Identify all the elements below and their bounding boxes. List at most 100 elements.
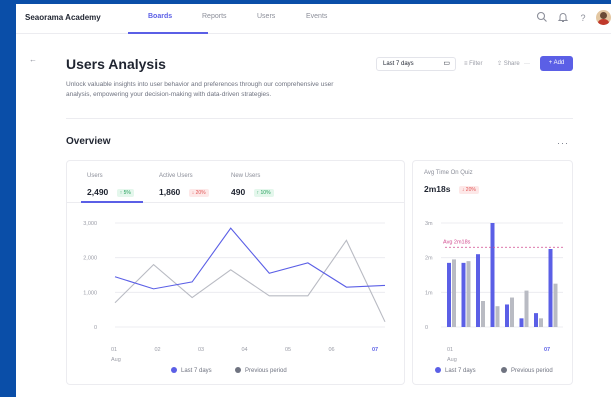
metric-active-indicator bbox=[81, 201, 143, 203]
toolbar-more-button[interactable]: ··· bbox=[524, 57, 530, 71]
share-button[interactable]: ⇪ Share bbox=[497, 57, 520, 71]
x-tick-label: 01 bbox=[447, 347, 453, 353]
legend-dot-current bbox=[171, 367, 177, 373]
legend-previous: Previous period bbox=[235, 367, 287, 374]
bar-current bbox=[461, 262, 466, 327]
date-range-value: Last 7 days bbox=[383, 61, 414, 67]
overview-title: Overview bbox=[66, 136, 111, 147]
metric-label: Avg Time On Quiz bbox=[424, 170, 473, 176]
x-tick-label: 01 bbox=[111, 347, 117, 353]
x-tick-label: 07 bbox=[544, 347, 550, 353]
metric-value: 2m18s bbox=[424, 184, 451, 194]
bar-current bbox=[548, 249, 553, 327]
metric-value: 2,490 bbox=[87, 187, 109, 197]
metric-label: New Users bbox=[231, 173, 261, 179]
legend-label-previous: Previous period bbox=[245, 368, 287, 374]
nav-users[interactable]: Users bbox=[257, 13, 275, 20]
y-tick-label: 0 bbox=[425, 325, 428, 331]
share-label: Share bbox=[503, 61, 520, 67]
legend-label-current: Last 7 days bbox=[445, 368, 476, 374]
add-button[interactable]: + Add bbox=[540, 56, 573, 71]
x-tick-label: 06 bbox=[329, 347, 335, 353]
calendar-icon: ▭ bbox=[443, 60, 450, 67]
y-tick-label: 2m bbox=[425, 256, 433, 262]
users-line-chart: 0 1,000 2,000 3,000 01 02 03 04 05 06 07 Aug bbox=[83, 221, 386, 363]
avg-time-card: Avg Time On Quiz 2m18s ↓ 20% 0 1m 2m 3m Avg … bbox=[412, 160, 573, 385]
bar-previous bbox=[452, 259, 456, 327]
legend-dot-previous bbox=[501, 367, 507, 373]
avg-time-bar-chart: 0 1m 2m 3m Avg 2m18s 01 07 Aug bbox=[425, 221, 563, 363]
app-window: Seaorama Academy Boards Reports Users Ev… bbox=[16, 4, 611, 397]
metric-delta-badge: ↑ 10% bbox=[253, 189, 274, 197]
overview-more-button[interactable]: ··· bbox=[557, 138, 569, 148]
x-tick-label: 02 bbox=[155, 347, 161, 353]
users-chart-card: Users 2,490 ↑ 5% Active Users 1,860 ↓ 20… bbox=[66, 160, 405, 385]
bell-icon[interactable] bbox=[556, 11, 570, 25]
x-tick-label: 07 bbox=[372, 347, 378, 353]
metric-new-users[interactable]: New Users 490 ↑ 10% bbox=[231, 173, 274, 200]
bar-previous bbox=[539, 318, 543, 327]
metric-avg-time[interactable]: Avg Time On Quiz 2m18s ↓ 20% bbox=[424, 170, 479, 197]
metric-delta-badge: ↓ 20% bbox=[188, 189, 209, 197]
bar-current bbox=[505, 304, 509, 327]
avatar-body bbox=[598, 19, 609, 25]
header-divider bbox=[66, 118, 573, 119]
avatar[interactable] bbox=[596, 10, 611, 25]
top-navigation-bar: Seaorama Academy Boards Reports Users Ev… bbox=[16, 4, 611, 34]
metric-value: 1,860 bbox=[159, 187, 181, 197]
bar-current bbox=[519, 318, 524, 327]
search-icon[interactable] bbox=[535, 11, 549, 25]
x-sublabel: Aug bbox=[111, 357, 121, 363]
y-tick-label: 1,000 bbox=[83, 290, 97, 296]
bar-current bbox=[476, 254, 480, 327]
metric-label: Users bbox=[87, 173, 103, 179]
average-label: Avg 2m18s bbox=[443, 239, 471, 245]
legend-label-previous: Previous period bbox=[511, 368, 553, 374]
x-tick-label: 03 bbox=[198, 347, 204, 353]
date-range-select[interactable]: Last 7 days ▭ bbox=[376, 57, 456, 71]
metric-users[interactable]: Users 2,490 ↑ 5% bbox=[87, 173, 134, 200]
bar-previous bbox=[553, 283, 558, 327]
series-line-previous bbox=[114, 239, 386, 323]
legend-current: Last 7 days bbox=[171, 367, 212, 374]
y-tick-label: 3m bbox=[425, 221, 433, 227]
bar-current bbox=[490, 223, 495, 327]
legend-dot-previous bbox=[235, 367, 241, 373]
y-tick-label: 2,000 bbox=[83, 256, 97, 262]
metric-label: Active Users bbox=[159, 173, 193, 179]
metric-value: 490 bbox=[231, 187, 246, 197]
bar-current bbox=[534, 313, 538, 327]
y-tick-label: 0 bbox=[94, 325, 97, 331]
nav-reports[interactable]: Reports bbox=[202, 13, 227, 20]
page-title: Users Analysis bbox=[66, 56, 166, 72]
metric-active-users[interactable]: Active Users 1,860 ↓ 20% bbox=[159, 173, 209, 200]
share-icon: ⇪ bbox=[497, 61, 504, 67]
metric-delta-badge: ↓ 20% bbox=[458, 186, 479, 194]
x-tick-label: 04 bbox=[242, 347, 248, 353]
bar-previous bbox=[510, 297, 514, 327]
legend-previous: Previous period bbox=[501, 367, 553, 374]
nav-events[interactable]: Events bbox=[306, 13, 327, 20]
metric-delta-badge: ↑ 5% bbox=[116, 189, 134, 197]
legend-label-current: Last 7 days bbox=[181, 368, 212, 374]
bar-previous bbox=[481, 301, 485, 327]
series-line-current bbox=[114, 227, 386, 290]
bar-previous bbox=[466, 261, 471, 327]
help-icon[interactable]: ? bbox=[576, 11, 590, 25]
nav-active-indicator bbox=[128, 32, 208, 34]
page-description: Unlock valuable insights into user behav… bbox=[66, 81, 334, 98]
avatar-head bbox=[600, 12, 607, 19]
bar-current bbox=[447, 262, 451, 327]
legend-dot-current bbox=[435, 367, 441, 373]
bar-previous bbox=[524, 290, 529, 327]
y-tick-label: 1m bbox=[425, 290, 433, 296]
filter-label: Filter bbox=[469, 61, 483, 67]
filter-button[interactable]: ≡ Filter bbox=[464, 57, 483, 71]
back-arrow-icon[interactable]: ← bbox=[26, 53, 40, 67]
x-sublabel: Aug bbox=[447, 357, 457, 363]
y-tick-label: 3,000 bbox=[83, 221, 97, 227]
x-tick-label: 05 bbox=[285, 347, 291, 353]
bar-previous bbox=[495, 306, 500, 327]
brand-name[interactable]: Seaorama Academy bbox=[25, 13, 101, 22]
nav-boards[interactable]: Boards bbox=[148, 13, 172, 20]
